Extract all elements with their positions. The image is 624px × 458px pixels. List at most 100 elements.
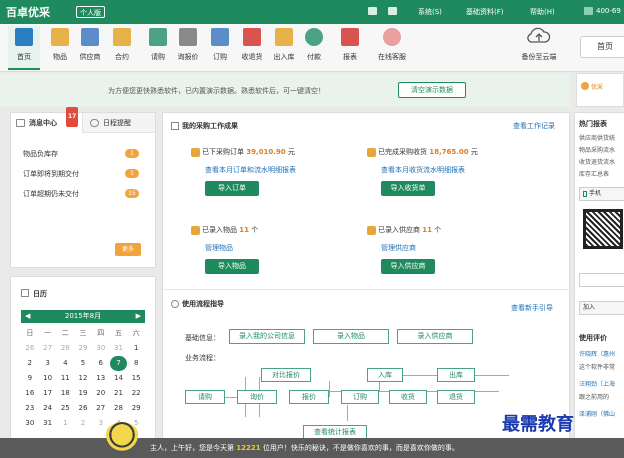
calendar-day[interactable]: 25: [56, 401, 74, 416]
enter-suppliers-button[interactable]: 录入供应商: [397, 329, 473, 344]
calendar-day[interactable]: 27: [92, 401, 110, 416]
manage-items-link[interactable]: 管理物品: [205, 243, 233, 253]
enter-items-button[interactable]: 录入物品: [313, 329, 389, 344]
prev-month-arrow-icon[interactable]: ◀: [25, 310, 30, 323]
tab-schedule-reminder[interactable]: 日程提醒: [85, 113, 155, 133]
calendar-day[interactable]: 9: [21, 371, 39, 386]
calendar-day[interactable]: 31: [39, 416, 57, 431]
tool-return[interactable]: 收退货: [236, 26, 268, 70]
flow-view-report[interactable]: 查看统计报表: [303, 425, 367, 439]
calendar-day[interactable]: 11: [56, 371, 74, 386]
review-author[interactable]: 泽浦刚（佛山: [579, 409, 615, 418]
tool-home[interactable]: 首页: [8, 26, 40, 70]
flow-return[interactable]: 退货: [437, 390, 475, 404]
calendar-day[interactable]: 3: [39, 356, 57, 371]
hot-report-link[interactable]: 物品采购流水: [579, 145, 615, 154]
calendar-day[interactable]: 10: [39, 371, 57, 386]
flow-receive[interactable]: 收货: [389, 390, 427, 404]
review-author[interactable]: 汪翔劲（上海: [579, 379, 615, 388]
menu-basic-data[interactable]: 基础资料(F): [466, 7, 504, 17]
calendar-day[interactable]: 26: [74, 401, 92, 416]
calendar-day[interactable]: 16: [21, 386, 39, 401]
flow-order[interactable]: 订购: [341, 390, 379, 404]
calendar-day[interactable]: 4: [56, 356, 74, 371]
flow-inquiry[interactable]: 询价: [237, 390, 277, 404]
calendar-day[interactable]: 30: [21, 416, 39, 431]
calendar-day[interactable]: 23: [21, 401, 39, 416]
tool-reports[interactable]: 报表: [334, 26, 366, 70]
tool-contracts[interactable]: 合约: [106, 26, 138, 70]
calendar-day[interactable]: 8: [127, 356, 145, 371]
calendar-day[interactable]: 24: [39, 401, 57, 416]
msg-overdue[interactable]: 订单超期仍未交付: [23, 189, 79, 199]
calendar-day[interactable]: 26: [21, 341, 39, 356]
ad-banner[interactable]: 优采: [576, 73, 624, 107]
calendar-day[interactable]: 28: [56, 341, 74, 356]
view-guide-link[interactable]: 查看新手引导: [511, 303, 553, 313]
clear-demo-data-button[interactable]: 清空演示数据: [398, 82, 466, 98]
tool-warehouse[interactable]: 出入库: [268, 26, 300, 70]
calendar-day[interactable]: 19: [74, 386, 92, 401]
flow-instock[interactable]: 入库: [367, 368, 403, 382]
calendar-day[interactable]: 2: [21, 356, 39, 371]
calendar-day[interactable]: 1: [127, 341, 145, 356]
calendar-day[interactable]: 30: [92, 341, 110, 356]
calendar-day[interactable]: 27: [39, 341, 57, 356]
home-return-button[interactable]: 首页: [580, 36, 624, 58]
menu-help[interactable]: 帮助(H): [530, 7, 555, 17]
flow-outstock[interactable]: 出库: [437, 368, 475, 382]
tool-items[interactable]: 物品: [44, 26, 76, 70]
flow-request[interactable]: 请购: [185, 390, 225, 404]
menu-system[interactable]: 系统(S): [418, 7, 442, 17]
lock-icon[interactable]: [388, 7, 397, 15]
join-button[interactable]: 加入: [579, 301, 624, 315]
msg-negative-stock[interactable]: 物品负库存: [23, 149, 58, 159]
calendar-day[interactable]: 28: [110, 401, 128, 416]
tool-suppliers[interactable]: 供应商: [74, 26, 106, 70]
calendar-day[interactable]: 29: [127, 401, 145, 416]
calendar-day[interactable]: 6: [92, 356, 110, 371]
calendar-day[interactable]: 21: [110, 386, 128, 401]
enter-company-info-button[interactable]: 录入我的公司信息: [229, 329, 305, 344]
calendar-day[interactable]: 22: [127, 386, 145, 401]
calendar-day[interactable]: 15: [127, 371, 145, 386]
calendar-day[interactable]: 5: [74, 356, 92, 371]
calendar-day[interactable]: 12: [74, 371, 92, 386]
import-suppliers-button[interactable]: 导入供应商: [381, 259, 435, 274]
hot-report-link[interactable]: 收货退货流水: [579, 157, 615, 166]
import-receipts-button[interactable]: 导入收货单: [381, 181, 435, 196]
grid-icon[interactable]: [368, 7, 377, 15]
tab-message-center[interactable]: 消息中心 17: [11, 107, 83, 133]
calendar-day[interactable]: 13: [92, 371, 110, 386]
mobile-tab[interactable]: 手机: [579, 187, 624, 201]
more-button[interactable]: 更多: [115, 243, 141, 256]
tool-order[interactable]: 订购: [204, 26, 236, 70]
order-report-link[interactable]: 查看本月订单和流水明细报表: [205, 165, 296, 175]
tool-request[interactable]: 请购: [142, 26, 174, 70]
tool-online-service[interactable]: 在线客服: [376, 26, 408, 70]
backup-cloud-button[interactable]: 备份至云端: [518, 26, 560, 70]
review-author[interactable]: 许晓辉（惠州: [579, 349, 615, 358]
calendar-day[interactable]: 17: [39, 386, 57, 401]
receipt-report-link[interactable]: 查看本月收货流水明细报表: [381, 165, 465, 175]
calendar-day[interactable]: 2: [74, 416, 92, 431]
calendar-day[interactable]: 1: [56, 416, 74, 431]
calendar-day[interactable]: 7: [109, 356, 128, 371]
calendar-day[interactable]: 20: [92, 386, 110, 401]
hot-report-link[interactable]: 库存汇总表: [579, 169, 609, 178]
flow-compare-quotes[interactable]: 对比报价: [261, 368, 311, 382]
hot-report-link[interactable]: 供应商供货统: [579, 133, 615, 142]
flow-quote[interactable]: 报价: [289, 390, 329, 404]
view-work-log-link[interactable]: 查看工作记录: [513, 121, 555, 131]
tool-inquiry[interactable]: 询报价: [172, 26, 204, 70]
calendar-day[interactable]: 29: [74, 341, 92, 356]
next-month-arrow-icon[interactable]: ▶: [136, 310, 141, 323]
calendar-day[interactable]: 18: [56, 386, 74, 401]
import-orders-button[interactable]: 导入订单: [205, 181, 259, 196]
msg-due-soon[interactable]: 订单即将到期交付: [23, 169, 79, 179]
manage-suppliers-link[interactable]: 管理供应商: [381, 243, 416, 253]
calendar-day[interactable]: 31: [110, 341, 128, 356]
calendar-day[interactable]: 14: [110, 371, 128, 386]
tool-payment[interactable]: 付款: [298, 26, 330, 70]
import-items-button[interactable]: 导入物品: [205, 259, 259, 274]
